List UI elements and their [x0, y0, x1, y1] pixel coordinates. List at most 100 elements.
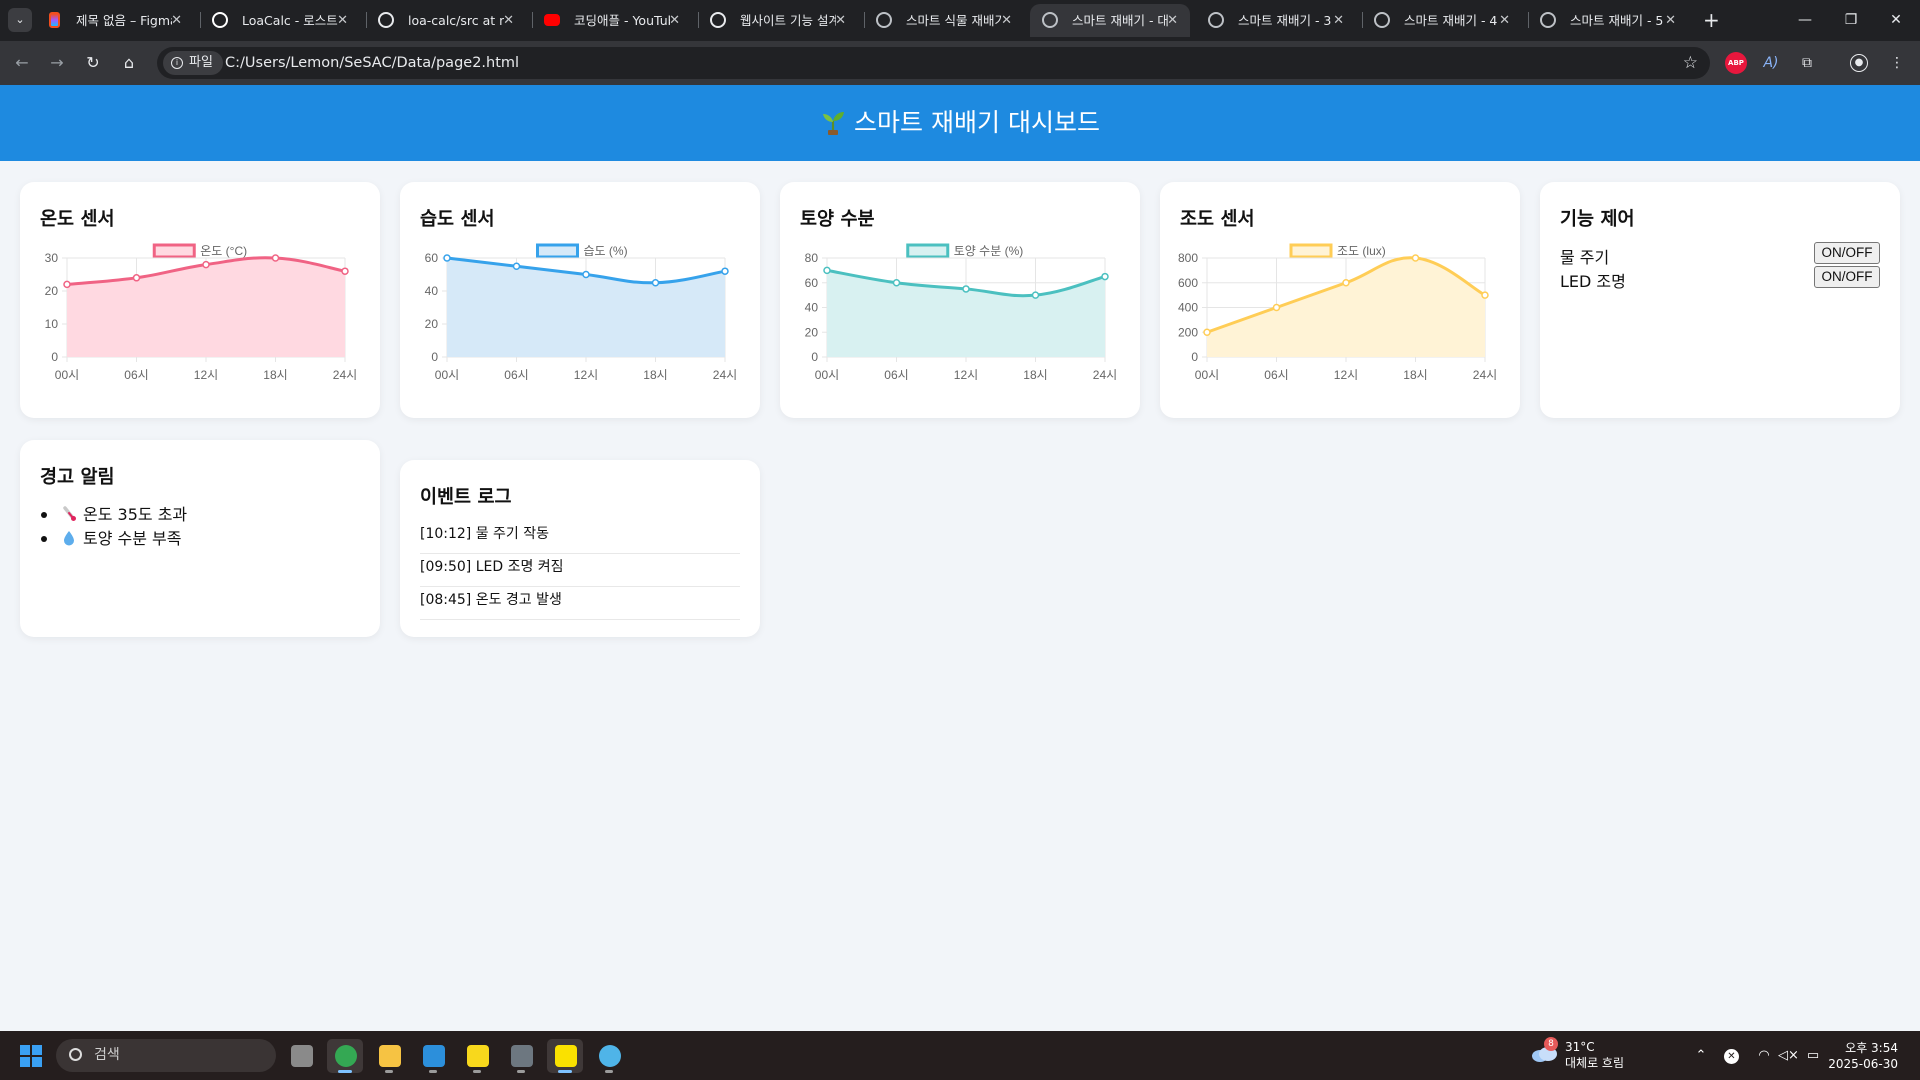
tray-app-icon[interactable]: ✕ — [1724, 1049, 1739, 1064]
data-point[interactable] — [892, 279, 901, 287]
profile-avatar-icon[interactable]: ● — [1850, 54, 1868, 72]
tab-active[interactable]: 스마트 재배기 - 대시✕ — [1030, 4, 1190, 37]
x-tick-label: 18시 — [1023, 368, 1047, 382]
home-button[interactable]: ⌂ — [117, 51, 141, 75]
read-aloud-icon[interactable]: A) — [1760, 52, 1782, 74]
x-tick-label: 06시 — [124, 368, 148, 382]
file-explorer-icon — [291, 1045, 313, 1067]
tab-close-icon[interactable]: ✕ — [337, 4, 348, 37]
tab-close-icon[interactable]: ✕ — [1665, 4, 1676, 37]
data-point[interactable] — [582, 270, 590, 279]
taskbar-clock[interactable]: 오후 3:54 2025-06-30 — [1828, 1040, 1898, 1072]
tab-close-icon[interactable]: ✕ — [1333, 4, 1344, 37]
alert-text: 온도 35도 초과 — [83, 505, 188, 524]
wifi-icon[interactable]: ◠ — [1755, 1047, 1773, 1065]
data-point[interactable] — [651, 279, 660, 287]
data-point[interactable] — [1203, 328, 1211, 336]
address-bar[interactable]: i 파일 C:/Users/Lemon/SeSAC/Data/page2.htm… — [157, 47, 1710, 79]
speaker-muted-icon[interactable]: ◁× — [1778, 1047, 1799, 1065]
tab-close-icon[interactable]: ✕ — [1001, 4, 1012, 37]
x-tick-label: 24시 — [1473, 368, 1497, 382]
restore-button[interactable]: ❐ — [1839, 8, 1863, 32]
back-button[interactable]: ← — [10, 51, 34, 75]
reload-button[interactable]: ↻ — [81, 51, 105, 75]
taskbar-app[interactable] — [415, 1039, 451, 1073]
data-point[interactable] — [63, 280, 71, 289]
tab[interactable]: 스마트 재배기 - 4 ✕ — [1362, 4, 1522, 37]
data-point[interactable] — [1101, 272, 1109, 281]
legend-swatch[interactable] — [906, 243, 950, 259]
y-tick-label: 20 — [805, 325, 819, 339]
adblock-plus-icon[interactable]: ABP — [1725, 52, 1747, 74]
tab-title: 스마트 재배기 - 3 — [1238, 13, 1332, 28]
windows-start-icon[interactable] — [20, 1045, 42, 1067]
led-toggle-button[interactable]: ON/OFF — [1814, 266, 1880, 288]
browser-toolbar: ← → ↻ ⌂ i 파일 C:/Users/Lemon/SeSAC/Data/p… — [0, 41, 1920, 85]
minimize-button[interactable]: — — [1793, 8, 1817, 32]
url-text[interactable]: C:/Users/Lemon/SeSAC/Data/page2.html — [225, 47, 519, 79]
data-point[interactable] — [721, 267, 729, 275]
tab-close-icon[interactable]: ✕ — [669, 4, 680, 37]
close-window-button[interactable]: ✕ — [1884, 8, 1908, 32]
taskbar-app[interactable] — [371, 1039, 407, 1073]
y-tick-label: 20 — [425, 317, 439, 331]
page-title: 스마트 재배기 대시보드 — [854, 108, 1100, 137]
data-point[interactable] — [443, 254, 451, 262]
data-point[interactable] — [1272, 303, 1281, 312]
tab-close-icon[interactable]: ✕ — [503, 4, 514, 37]
legend-swatch[interactable] — [536, 243, 579, 259]
taskbar-app[interactable] — [283, 1039, 319, 1073]
alert-item: 온도 35도 초과 — [41, 503, 188, 527]
tab-close-icon[interactable]: ✕ — [835, 4, 846, 37]
taskbar-app[interactable] — [503, 1039, 539, 1073]
tab[interactable]: 제목 없음 – Figma ✕ — [34, 4, 194, 37]
alert-item: 토양 수분 부족 — [41, 527, 187, 551]
tab-search-button[interactable]: ⌄ — [8, 8, 32, 32]
bookmark-star-icon[interactable]: ☆ — [1683, 47, 1698, 79]
data-point[interactable] — [1411, 254, 1420, 262]
data-point[interactable] — [1031, 291, 1040, 299]
data-point[interactable] — [512, 262, 521, 270]
data-point[interactable] — [1342, 279, 1350, 287]
battery-icon[interactable]: ▭ — [1804, 1047, 1822, 1065]
legend-swatch[interactable] — [152, 243, 196, 259]
new-tab-button[interactable]: + — [1703, 8, 1720, 32]
data-point[interactable] — [132, 274, 141, 282]
taskbar-app[interactable] — [459, 1039, 495, 1073]
sticky-notes-icon — [467, 1045, 489, 1067]
water-toggle-button[interactable]: ON/OFF — [1814, 242, 1880, 264]
data-point[interactable] — [1481, 291, 1489, 299]
taskbar-search-box[interactable]: 검색 — [56, 1039, 276, 1072]
vscode-icon — [423, 1045, 445, 1067]
tab-title: 제목 없음 – Figma — [76, 13, 172, 28]
taskbar-app[interactable] — [591, 1039, 627, 1073]
taskbar-app[interactable] — [547, 1039, 583, 1073]
data-point[interactable] — [823, 266, 831, 275]
tab[interactable]: 웹사이트 기능 설계 ✕ — [698, 4, 858, 37]
data-point[interactable] — [962, 285, 970, 293]
tab[interactable]: 코딩애플 - YouTube✕ — [532, 4, 692, 37]
data-point[interactable] — [341, 267, 349, 275]
y-tick-label: 600 — [1178, 276, 1198, 290]
tab[interactable]: loa-calc/src at main✕ — [366, 4, 526, 37]
tab[interactable]: 스마트 재배기 - 5 ✕ — [1528, 4, 1688, 37]
tab[interactable]: 스마트 재배기 - 3 ✕ — [1196, 4, 1356, 37]
data-point[interactable] — [202, 260, 210, 269]
globe-icon — [1540, 12, 1556, 28]
taskbar-app[interactable] — [327, 1039, 363, 1073]
tab[interactable]: 스마트 식물 재배기 ✕ — [864, 4, 1024, 37]
tray-overflow-chevron-icon[interactable]: ⌃ — [1692, 1047, 1710, 1065]
site-info-chip[interactable]: i 파일 — [163, 51, 223, 75]
browser-menu-icon[interactable]: ⋮ — [1886, 52, 1908, 74]
extensions-puzzle-icon[interactable]: ⧉ — [1796, 52, 1818, 74]
x-tick-label: 12시 — [954, 368, 978, 382]
chart-temp: 온도 (°C) 0 10 20 30 00시 06시 12시 18시 24시 — [45, 243, 357, 382]
forward-button[interactable]: → — [45, 51, 69, 75]
tab-close-icon[interactable]: ✕ — [171, 4, 182, 37]
data-point[interactable] — [271, 254, 280, 262]
tab[interactable]: LoaCalc - 로스트아크✕ — [200, 4, 360, 37]
tab-close-icon[interactable]: ✕ — [1499, 4, 1510, 37]
clock-date: 2025-06-30 — [1828, 1057, 1898, 1071]
tab-close-icon[interactable]: ✕ — [1167, 4, 1178, 37]
legend-swatch[interactable] — [1289, 243, 1333, 259]
